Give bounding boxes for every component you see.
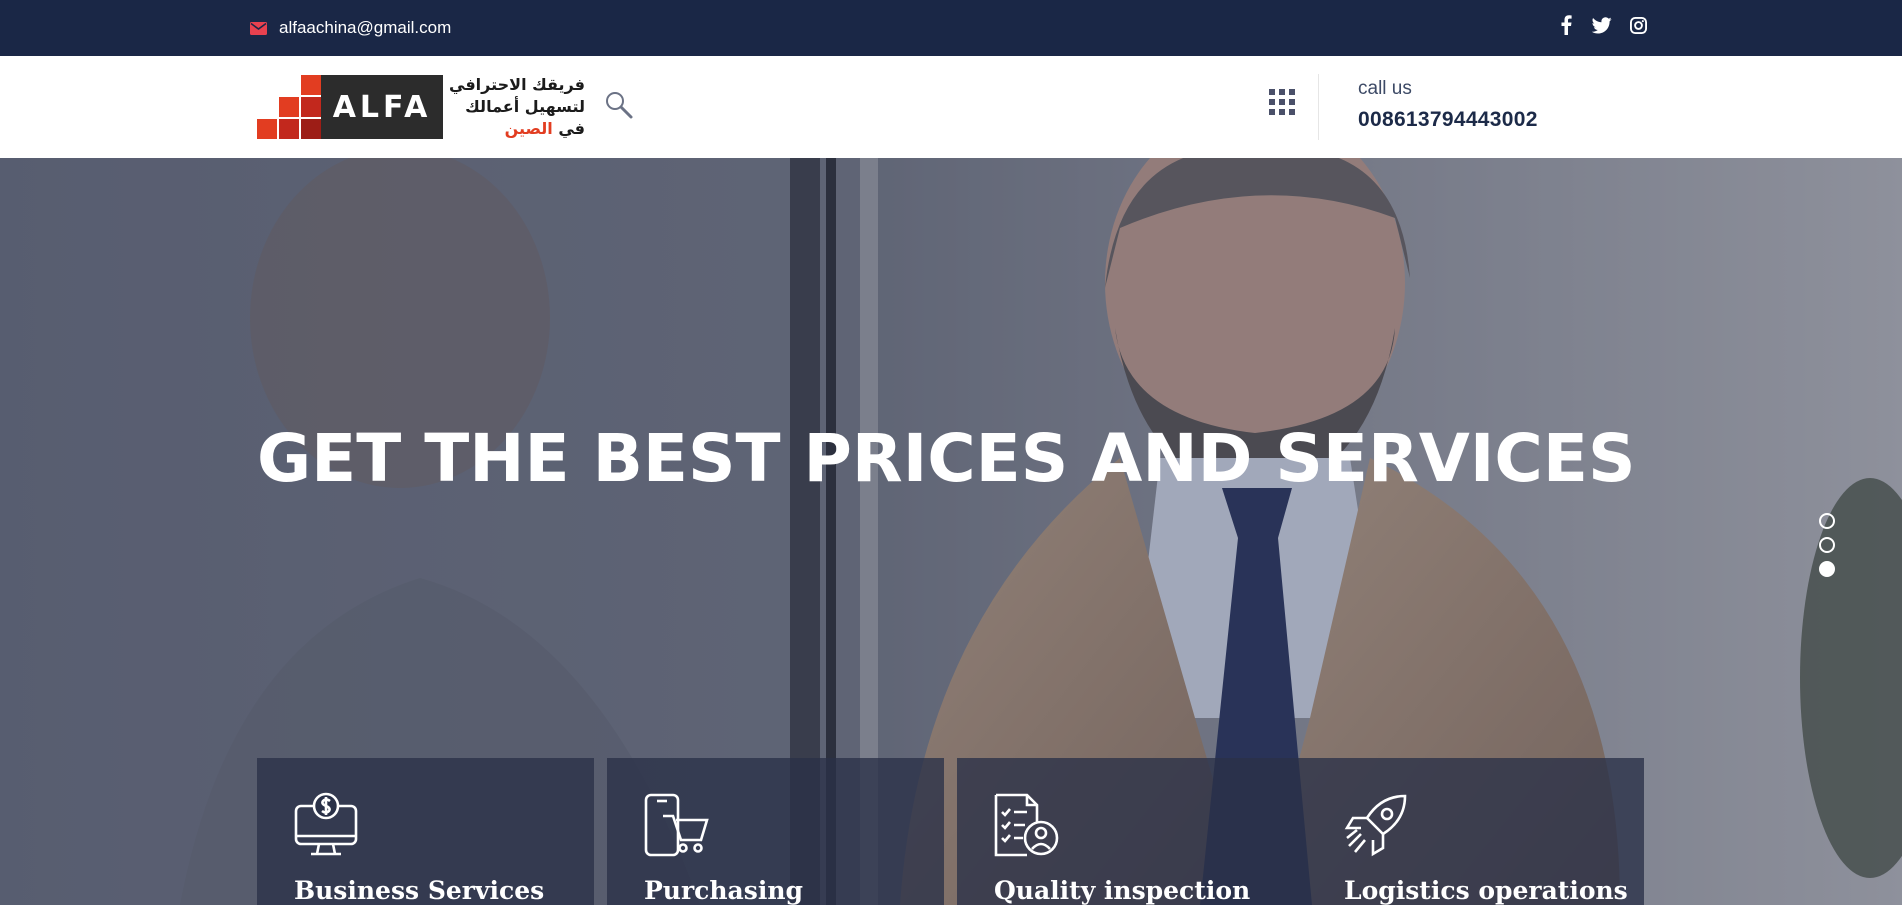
hero-slider: GET THE BEST PRICES AND SERVICES Busines…	[0, 158, 1902, 905]
social-links	[1556, 14, 1648, 36]
instagram-icon[interactable]	[1628, 14, 1648, 36]
mobile-cart-icon	[644, 793, 709, 857]
phone-number[interactable]: 008613794443002	[1358, 108, 1538, 132]
service-cards: Business Services Purchasing Quality ins…	[257, 758, 1644, 905]
contact-email[interactable]: alfaachina@gmail.com	[250, 18, 451, 38]
menu-grid-button[interactable]	[1268, 88, 1296, 116]
service-title: Logistics operations	[1344, 876, 1628, 905]
logo-word: ALFA	[321, 75, 443, 139]
service-card-purchasing[interactable]: Purchasing	[607, 758, 944, 905]
tagline-prefix: في	[552, 119, 585, 138]
top-bar: alfaachina@gmail.com	[0, 0, 1902, 56]
slider-pagination	[1819, 513, 1835, 585]
checklist-inspector-icon	[994, 793, 1059, 857]
logo-blocks	[257, 75, 321, 139]
search-button[interactable]	[604, 90, 634, 120]
call-us-block[interactable]: call us 008613794443002	[1358, 78, 1538, 132]
tagline-line-2: لتسهيل أعمالك	[465, 97, 585, 116]
tagline-highlight: الصين	[504, 119, 553, 138]
service-card-quality-logistics[interactable]: Quality inspection Logistics operations	[957, 758, 1644, 905]
tagline-line-1: فريقك الاحترافي	[449, 75, 585, 94]
service-title: Quality inspection	[994, 876, 1251, 905]
facebook-icon[interactable]	[1556, 14, 1576, 36]
service-title: Purchasing	[644, 876, 803, 905]
logo-tagline: فريقك الاحترافي لتسهيل أعمالك في الصين	[449, 74, 585, 140]
tagline-line-3: في الصين	[449, 118, 585, 140]
header-divider	[1318, 74, 1319, 140]
slider-dot-3-active[interactable]	[1819, 561, 1835, 577]
envelope-icon	[250, 21, 267, 35]
twitter-icon[interactable]	[1592, 14, 1612, 36]
site-logo[interactable]: ALFA فريقك الاحترافي لتسهيل أعمالك في ال…	[257, 74, 585, 140]
main-header: ALFA فريقك الاحترافي لتسهيل أعمالك في ال…	[0, 56, 1902, 158]
hero-headline: GET THE BEST PRICES AND SERVICES	[257, 420, 1636, 497]
rocket-icon	[1344, 794, 1407, 857]
grid-menu-icon	[1269, 89, 1295, 115]
call-us-label: call us	[1358, 78, 1412, 99]
service-card-business[interactable]: Business Services	[257, 758, 594, 905]
slider-dot-1[interactable]	[1819, 513, 1835, 529]
service-title: Business Services	[294, 876, 545, 905]
slider-dot-2[interactable]	[1819, 537, 1835, 553]
search-icon	[606, 92, 633, 119]
monitor-dollar-icon	[294, 792, 358, 856]
email-text[interactable]: alfaachina@gmail.com	[279, 18, 451, 38]
